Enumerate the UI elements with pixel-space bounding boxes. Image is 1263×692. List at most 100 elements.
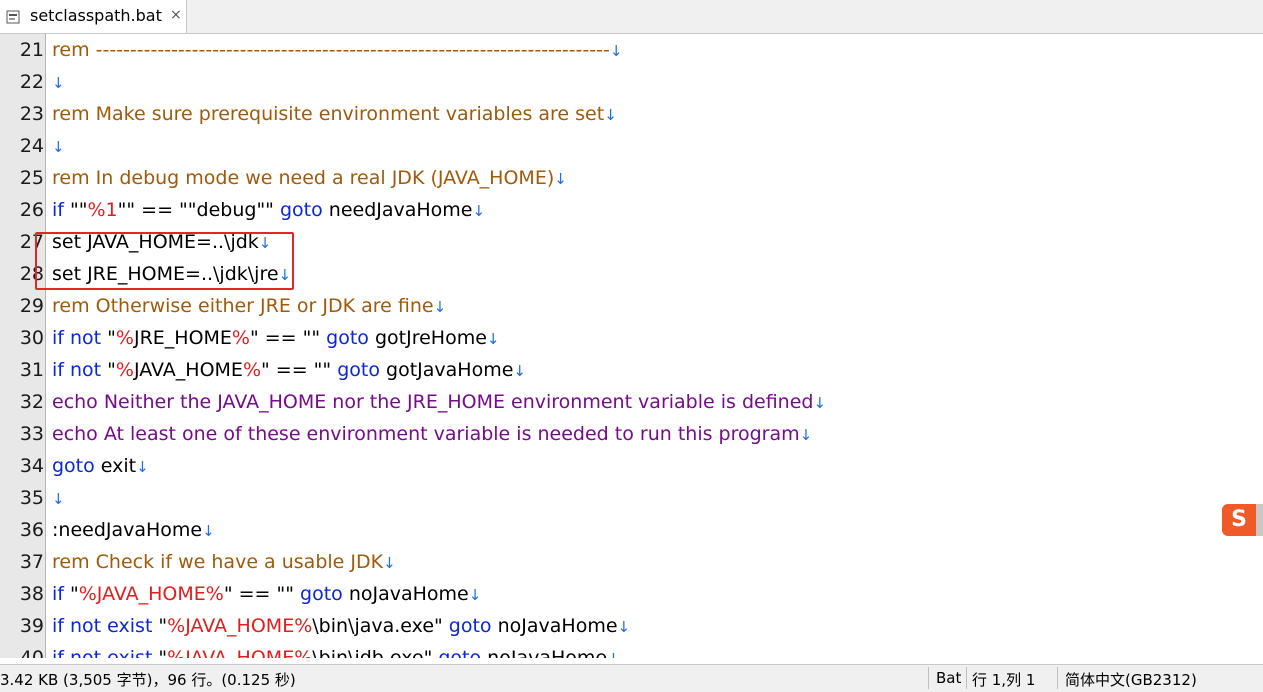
line-code: rem Check if we have a usable JDK↓: [52, 546, 396, 579]
line-number: 35: [19, 487, 44, 509]
eol-marker-icon: ↓: [604, 106, 617, 124]
line-number: 40: [19, 647, 44, 658]
line-code: ↓: [52, 130, 65, 163]
code-token-keyword: if: [52, 199, 64, 221]
code-token-echo: echo At least one of these environment v…: [52, 423, 800, 445]
code-token-plain: ": [152, 615, 168, 637]
status-language[interactable]: Bat: [936, 669, 961, 687]
tab-setclasspath[interactable]: setclasspath.bat ×: [0, 0, 187, 33]
line-number: 31: [19, 359, 44, 381]
code-line[interactable]: 24 ↓: [0, 130, 1263, 162]
code-line[interactable]: 35 ↓: [0, 482, 1263, 514]
code-line[interactable]: 23 rem Make sure prerequisite environment…: [0, 98, 1263, 130]
line-number: 39: [19, 615, 44, 637]
code-token-plain: ": [63, 583, 79, 605]
code-token-plain: " == "": [249, 327, 327, 349]
code-line[interactable]: 32 echo Neither the JAVA_HOME nor the JRE…: [0, 386, 1263, 418]
code-token-variable: %JAVA_HOME%: [167, 647, 313, 658]
line-code: :needJavaHome↓: [52, 514, 215, 547]
code-token-plain: JRE_HOME: [133, 327, 232, 349]
line-number: 32: [19, 391, 44, 413]
bat-file-icon: [6, 9, 20, 24]
close-icon[interactable]: ×: [170, 7, 182, 23]
line-code: rem Make sure prerequisite environment v…: [52, 98, 617, 131]
code-token-plain: \bin\java.exe": [312, 615, 449, 637]
code-token-variable: %: [242, 359, 262, 381]
code-line[interactable]: 21 rem ----------------------------------…: [0, 34, 1263, 66]
line-number: 36: [19, 519, 44, 541]
code-token-plain: " == "": [261, 359, 338, 381]
code-editor[interactable]: 21 rem ----------------------------------…: [0, 34, 1263, 658]
status-encoding[interactable]: 简体中文(GB2312): [1065, 669, 1197, 690]
line-code: if not "%JAVA_HOME%" == "" goto gotJavaH…: [52, 354, 526, 387]
code-token-variable: %JAVA_HOME%: [78, 583, 224, 605]
line-number: 29: [19, 295, 44, 317]
code-line[interactable]: 25 rem In debug mode we need a real JDK (…: [0, 162, 1263, 194]
highlight-annotation-box: [35, 232, 294, 290]
code-token-keyword: if not: [52, 327, 102, 349]
eol-marker-icon: ↓: [609, 42, 623, 60]
code-token-keyword: goto: [438, 647, 482, 658]
code-line[interactable]: 31 if not "%JAVA_HOME%" == "" goto gotJav…: [0, 354, 1263, 386]
eol-marker-icon: ↓: [472, 202, 486, 220]
status-cursor-position[interactable]: 行 1,列 1: [972, 669, 1035, 690]
eol-marker-icon: ↓: [433, 298, 447, 316]
line-code: if not exist "%JAVA_HOME%\bin\jdb.exe" g…: [52, 642, 620, 658]
code-token-keyword: if not exist: [52, 615, 153, 637]
code-line[interactable]: 22 ↓: [0, 66, 1263, 98]
code-token-variable: %: [115, 327, 134, 349]
line-number: 30: [19, 327, 44, 349]
code-token-plain: \bin\jdb.exe": [312, 647, 439, 658]
code-token-comment: rem Otherwise either JRE or JDK are fine: [52, 295, 434, 317]
line-code: if ""%1"" == ""debug"" goto needJavaHome…: [52, 194, 485, 227]
code-token-comment: rem ------------------------------------…: [52, 39, 610, 61]
line-number: 24: [19, 135, 44, 157]
line-code: ↓: [52, 66, 65, 99]
line-number: 21: [19, 39, 44, 61]
code-line[interactable]: 39 if not exist "%JAVA_HOME%\bin\java.exe…: [0, 610, 1263, 642]
eol-marker-icon: ↓: [202, 522, 215, 540]
line-number: 38: [19, 583, 44, 605]
code-token-keyword: goto: [52, 455, 95, 477]
code-token-variable: %: [115, 359, 134, 381]
line-code: ↓: [52, 482, 65, 515]
code-token-keyword: goto: [326, 327, 369, 349]
code-token-plain: "": [63, 199, 88, 221]
code-token-keyword: goto: [300, 583, 343, 605]
ime-badge-edge: [1256, 504, 1263, 536]
eol-marker-icon: ↓: [136, 458, 149, 476]
code-line[interactable]: 40 if not exist "%JAVA_HOME%\bin\jdb.exe"…: [0, 642, 1263, 658]
code-token-plain: noJavaHome: [491, 615, 618, 637]
code-line[interactable]: 33 echo At least one of these environment…: [0, 418, 1263, 450]
code-line[interactable]: 34 goto exit↓: [0, 450, 1263, 482]
line-code: rem ------------------------------------…: [52, 34, 622, 67]
code-token-keyword: goto: [279, 199, 323, 221]
code-token-comment: rem In debug mode we need a real JDK (JA…: [52, 167, 555, 189]
code-line[interactable]: 26 if ""%1"" == ""debug"" goto needJavaHo…: [0, 194, 1263, 226]
line-number: 25: [19, 167, 44, 189]
line-number: 23: [19, 103, 44, 125]
code-token-comment: rem Make sure prerequisite environment v…: [52, 103, 605, 125]
code-line[interactable]: 38 if "%JAVA_HOME%" == "" goto noJavaHome…: [0, 578, 1263, 610]
sogou-ime-icon[interactable]: S: [1222, 504, 1256, 536]
code-line[interactable]: 36 :needJavaHome↓: [0, 514, 1263, 546]
eol-marker-icon: ↓: [468, 586, 482, 604]
code-token-plain: :needJavaHome: [52, 519, 203, 541]
code-line[interactable]: 29 rem Otherwise either JRE or JDK are fi…: [0, 290, 1263, 322]
code-line[interactable]: 30 if not "%JRE_HOME%" == "" goto gotJreH…: [0, 322, 1263, 354]
line-code: if "%JAVA_HOME%" == "" goto noJavaHome↓: [52, 578, 481, 611]
line-code: rem Otherwise either JRE or JDK are fine…: [52, 290, 446, 323]
eol-marker-icon: ↓: [554, 170, 567, 188]
line-code: goto exit↓: [52, 450, 149, 483]
code-token-plain: gotJreHome: [368, 327, 487, 349]
line-number: 37: [19, 551, 44, 573]
eol-marker-icon: ↓: [383, 554, 396, 572]
status-file-info: 3.42 KB (3,505 字节)，96 行。(0.125 秒): [0, 671, 296, 689]
code-line[interactable]: 37 rem Check if we have a usable JDK↓: [0, 546, 1263, 578]
tab-bar: setclasspath.bat ×: [0, 0, 1263, 34]
line-code: echo Neither the JAVA_HOME nor the JRE_H…: [52, 386, 826, 419]
eol-marker-icon: ↓: [617, 618, 631, 636]
line-number: 26: [19, 199, 44, 221]
code-token-echo: echo Neither the JAVA_HOME nor the JRE_H…: [52, 391, 814, 413]
line-number: 34: [19, 455, 44, 477]
